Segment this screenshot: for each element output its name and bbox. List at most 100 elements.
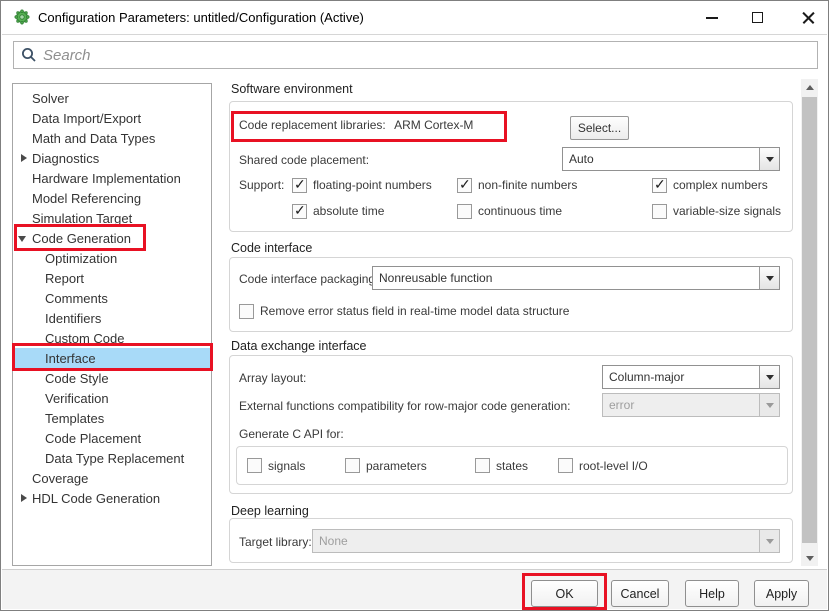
sidebar-item-label: Comments — [45, 291, 108, 306]
select-button[interactable]: Select... — [570, 116, 629, 140]
scrollbar-thumb[interactable] — [802, 97, 817, 543]
sidebar-item-code-placement[interactable]: Code Placement — [13, 428, 211, 448]
maximize-icon — [752, 12, 763, 23]
configuration-parameters-dialog: Configuration Parameters: untitled/Confi… — [0, 0, 829, 611]
data-exchange-interface-panel: Array layout: Column-major External func… — [229, 355, 793, 494]
dropdown-arrow-button — [759, 530, 779, 552]
checkbox-remove-error-status[interactable]: Remove error status field in real-time m… — [239, 304, 569, 319]
code-interface-packaging-dropdown[interactable]: Nonreusable function — [372, 266, 780, 290]
array-layout-label: Array layout: — [239, 371, 306, 385]
sidebar-item-label: Code Placement — [45, 431, 141, 446]
sidebar-item-diagnostics[interactable]: Diagnostics — [13, 148, 211, 168]
dropdown-arrow-button[interactable] — [759, 366, 779, 388]
checkbox-floating-point-numbers[interactable]: floating-point numbers — [292, 178, 457, 193]
checkbox-signals[interactable]: signals — [247, 458, 305, 473]
checkbox-states[interactable]: states — [475, 458, 528, 473]
sidebar-item-simulation-target[interactable]: Simulation Target — [13, 208, 211, 228]
sidebar-item-label: HDL Code Generation — [32, 491, 160, 506]
minimize-icon — [706, 17, 718, 19]
checkbox[interactable] — [457, 178, 472, 193]
sidebar-item-label: Model Referencing — [32, 191, 141, 206]
dropdown-arrow-button[interactable] — [759, 148, 779, 170]
sidebar-item-data-type-replacement[interactable]: Data Type Replacement — [13, 448, 211, 468]
search-box[interactable] — [13, 41, 818, 69]
sidebar-item-verification[interactable]: Verification — [13, 388, 211, 408]
chevron-right-icon[interactable] — [21, 154, 27, 162]
sidebar-item-math-and-data-types[interactable]: Math and Data Types — [13, 128, 211, 148]
checkbox[interactable] — [457, 204, 472, 219]
sidebar-item-label: Report — [45, 271, 84, 286]
scroll-up-button[interactable] — [801, 79, 818, 95]
sidebar-item-report[interactable]: Report — [13, 268, 211, 288]
checkbox-root-level-io[interactable]: root-level I/O — [558, 458, 648, 473]
code-replacement-libraries-value: ARM Cortex-M — [394, 118, 473, 132]
checkbox-continuous-time[interactable]: continuous time — [457, 204, 652, 219]
category-tree: Solver Data Import/Export Math and Data … — [12, 83, 212, 566]
scroll-down-button[interactable] — [801, 550, 818, 566]
search-input[interactable] — [43, 43, 817, 67]
sidebar-item-interface[interactable]: Interface — [13, 348, 211, 368]
search-icon — [21, 47, 37, 63]
sidebar-item-model-referencing[interactable]: Model Referencing — [13, 188, 211, 208]
dropdown-arrow-button[interactable] — [759, 267, 779, 289]
checkbox[interactable] — [652, 178, 667, 193]
checkbox[interactable] — [475, 458, 490, 473]
sidebar-item-coverage[interactable]: Coverage — [13, 468, 211, 488]
sidebar-item-data-import-export[interactable]: Data Import/Export — [13, 108, 211, 128]
sidebar-item-label: Interface — [45, 351, 96, 366]
checkbox-variable-size-signals[interactable]: variable-size signals — [652, 204, 781, 219]
checkbox-complex-numbers[interactable]: complex numbers — [652, 178, 768, 193]
support-row-2: absolute time continuous time variable-s… — [292, 202, 781, 220]
chevron-down-icon — [766, 276, 774, 281]
target-library-label: Target library: — [239, 535, 312, 549]
sidebar-item-solver[interactable]: Solver — [13, 88, 211, 108]
chevron-down-icon[interactable] — [18, 236, 26, 242]
sidebar-item-hardware-implementation[interactable]: Hardware Implementation — [13, 168, 211, 188]
dropdown-arrow-button — [759, 394, 779, 416]
checkbox-parameters[interactable]: parameters — [345, 458, 427, 473]
checkbox-label: variable-size signals — [673, 204, 781, 218]
checkbox-label: continuous time — [478, 204, 562, 218]
cancel-button[interactable]: Cancel — [611, 580, 669, 607]
checkbox-label: absolute time — [313, 204, 384, 218]
sidebar-item-hdl-code-generation[interactable]: HDL Code Generation — [13, 488, 211, 508]
checkbox[interactable] — [239, 304, 254, 319]
dropdown-value: None — [313, 530, 759, 552]
checkbox[interactable] — [292, 204, 307, 219]
checkbox-label: floating-point numbers — [313, 178, 432, 192]
ok-button[interactable]: OK — [531, 580, 598, 607]
sidebar-item-comments[interactable]: Comments — [13, 288, 211, 308]
code-replacement-libraries-row: Code replacement libraries: ARM Cortex-M — [239, 118, 473, 132]
checkbox-label: parameters — [366, 459, 427, 473]
minimize-button[interactable] — [697, 5, 727, 30]
sidebar-item-identifiers[interactable]: Identifiers — [13, 308, 211, 328]
sidebar-item-templates[interactable]: Templates — [13, 408, 211, 428]
checkbox-absolute-time[interactable]: absolute time — [292, 204, 457, 219]
deep-learning-panel: Target library: None — [229, 518, 793, 563]
checkbox[interactable] — [292, 178, 307, 193]
maximize-button[interactable] — [742, 5, 772, 30]
generate-c-api-label: Generate C API for: — [239, 427, 344, 441]
shared-code-placement-dropdown[interactable]: Auto — [562, 147, 780, 171]
vertical-scrollbar[interactable] — [801, 79, 818, 566]
sidebar-item-code-generation[interactable]: Code Generation — [13, 228, 211, 248]
sidebar-item-optimization[interactable]: Optimization — [13, 248, 211, 268]
sidebar-item-custom-code[interactable]: Custom Code — [13, 328, 211, 348]
checkbox-non-finite-numbers[interactable]: non-finite numbers — [457, 178, 652, 193]
close-button[interactable] — [793, 5, 823, 30]
checkbox[interactable] — [558, 458, 573, 473]
dropdown-value: Column-major — [603, 366, 759, 388]
sidebar-item-label: Code Generation — [32, 231, 131, 246]
chevron-right-icon[interactable] — [21, 494, 27, 502]
array-layout-dropdown[interactable]: Column-major — [602, 365, 780, 389]
sidebar-item-label: Math and Data Types — [32, 131, 155, 146]
help-button[interactable]: Help — [685, 580, 739, 607]
checkbox[interactable] — [345, 458, 360, 473]
apply-button[interactable]: Apply — [754, 580, 809, 607]
title-bar: Configuration Parameters: untitled/Confi… — [2, 1, 827, 34]
simulink-configuration-gear-icon — [14, 9, 30, 25]
checkbox[interactable] — [652, 204, 667, 219]
checkbox[interactable] — [247, 458, 262, 473]
support-row-1: Support: floating-point numbers non-fini… — [239, 176, 768, 194]
sidebar-item-code-style[interactable]: Code Style — [13, 368, 211, 388]
